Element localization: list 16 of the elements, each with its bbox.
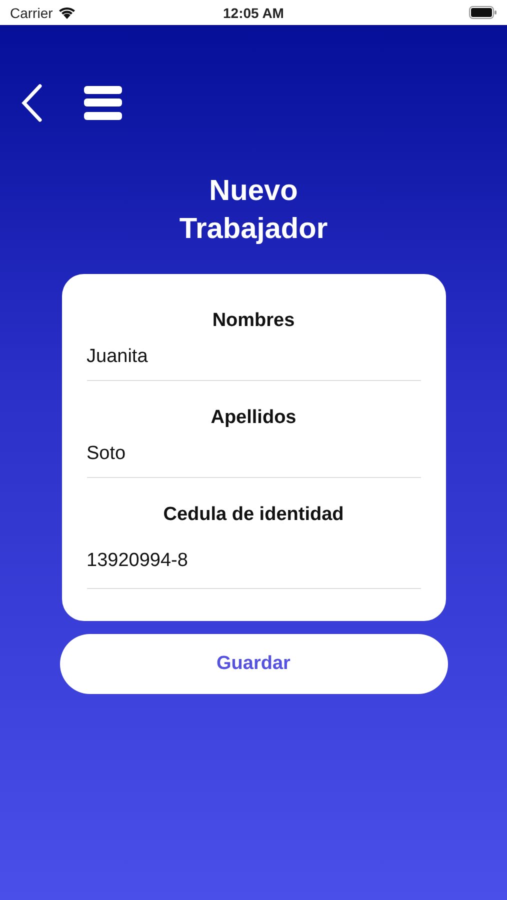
text-field[interactable]: Soto [86, 443, 420, 478]
menu-button[interactable] [84, 86, 122, 120]
save-button[interactable]: Guardar [60, 634, 448, 694]
back-button[interactable] [20, 84, 44, 122]
battery-icon [469, 6, 497, 19]
text-field[interactable]: 13920994-8 [86, 550, 420, 589]
field-label: Cedula de identidad [162, 504, 345, 526]
clock-time: 12:05 AM [223, 4, 284, 20]
page-title: Nuevo Trabajador [179, 174, 328, 247]
field-label: Nombres [211, 310, 296, 332]
wifi-icon [58, 6, 76, 19]
carrier-label: Carrier [10, 4, 53, 20]
back-icon [20, 84, 44, 122]
menu-icon [84, 86, 122, 120]
text-field[interactable]: Juanita [86, 346, 420, 381]
field-label: Apellidos [210, 407, 298, 429]
